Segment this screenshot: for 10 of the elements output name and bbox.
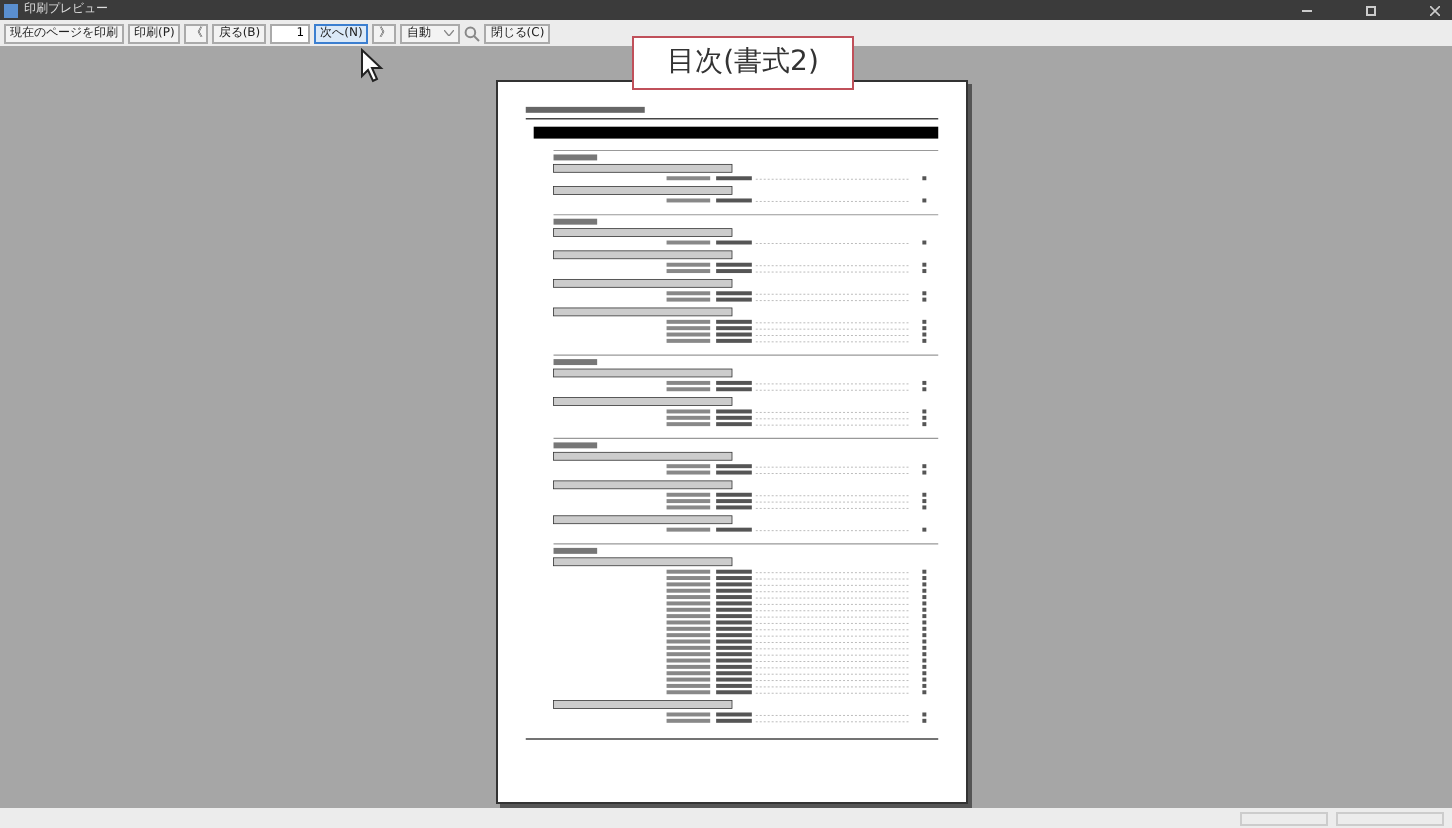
app-icon <box>4 3 18 17</box>
mouse-pointer-icon <box>360 48 384 84</box>
close-icon[interactable] <box>1430 5 1440 15</box>
zoom-icon[interactable] <box>464 25 481 41</box>
status-field <box>1240 811 1328 825</box>
caret-icon <box>444 30 455 36</box>
callout-label: 目次(書式2) <box>632 36 854 90</box>
minimize-icon[interactable] <box>1302 9 1312 11</box>
restore-icon[interactable] <box>1366 5 1376 15</box>
status-field <box>1336 811 1444 825</box>
